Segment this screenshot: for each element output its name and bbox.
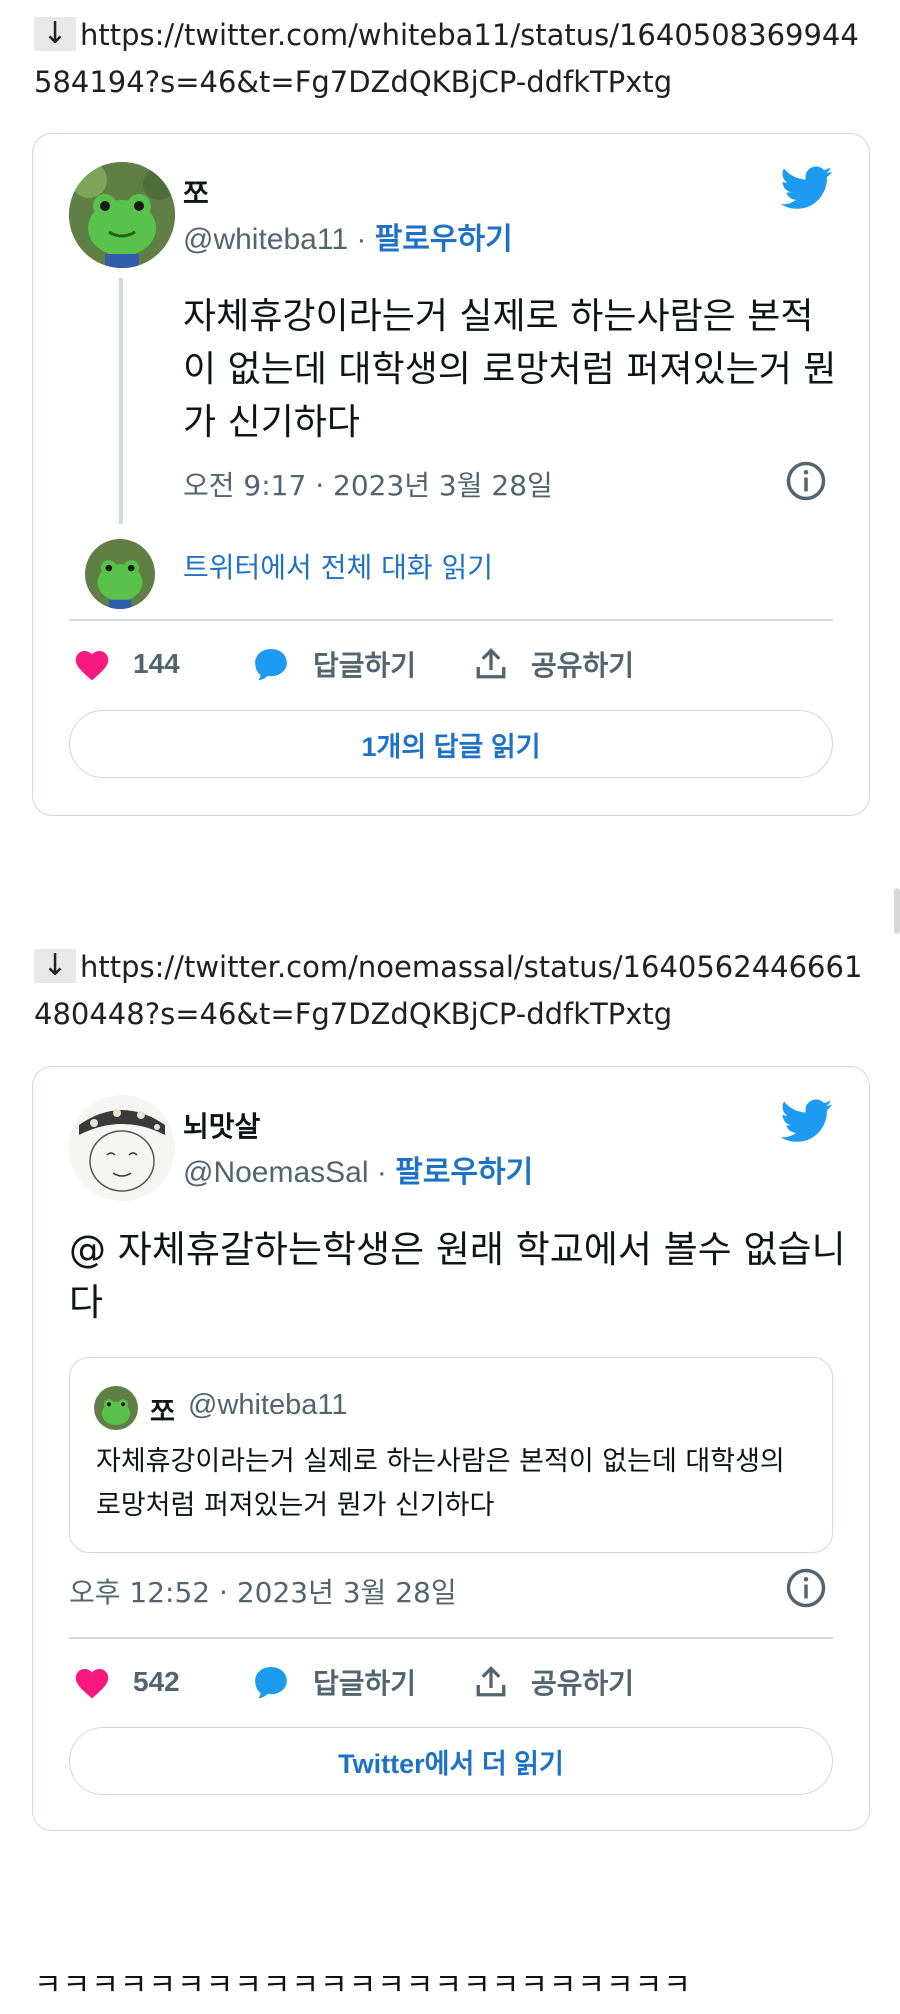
tweet-url-2[interactable]: ↓ https://twitter.com/noemassal/status/16… <box>34 944 874 1038</box>
like-button[interactable]: 542 <box>73 1657 180 1707</box>
reply-bubble-icon <box>255 1666 287 1699</box>
avatar[interactable] <box>69 1095 175 1201</box>
follow-link[interactable]: 팔로우하기 <box>375 223 513 256</box>
tweet-text: @ 자체휴갈하는학생은 원래 학교에서 볼수 없습니다 <box>69 1228 846 1324</box>
quoted-text: 자체휴강이라는거 실제로 하는사람은 본적이 없는데 대학생의 로망처럼 퍼져있… <box>96 1446 785 1521</box>
share-label: 공유하기 <box>531 650 635 681</box>
timestamp-link[interactable]: 오전 9:17 · 2023년 3월 28일 <box>183 464 553 504</box>
read-conversation-link[interactable]: 트위터에서 전체 대화 읽기 <box>183 546 493 586</box>
tweet-url-1[interactable]: ↓ https://twitter.com/whiteba11/status/16… <box>34 12 874 106</box>
reply-button[interactable]: 답글하기 <box>251 1657 416 1707</box>
reply-button[interactable]: 답글하기 <box>251 639 416 689</box>
divider <box>69 1637 833 1639</box>
reply-label: 답글하기 <box>313 1668 417 1699</box>
info-icon[interactable] <box>785 460 827 502</box>
handle[interactable]: @NoemasSal <box>183 1156 369 1189</box>
twitter-bird-icon[interactable] <box>781 166 833 210</box>
handle-line: @whiteba11 · 팔로우하기 <box>183 214 513 258</box>
heart-icon <box>75 651 109 681</box>
heart-icon <box>75 1669 109 1699</box>
read-more-button[interactable]: Twitter에서 더 읽기 <box>69 1727 833 1795</box>
like-count: 144 <box>133 648 180 679</box>
separator: · <box>376 1156 387 1189</box>
timestamp-link[interactable]: 오후 12:52 · 2023년 3월 28일 <box>69 1571 457 1611</box>
tweet-embed-1[interactable]: 쪼 @whiteba11 · 팔로우하기 자체휴강이라는거 실제로 하는사람은 … <box>32 133 870 816</box>
url-text[interactable]: https://twitter.com/noemassal/status/164… <box>34 950 862 1031</box>
display-name[interactable]: 뇌맛살 <box>183 1105 260 1145</box>
follow-link[interactable]: 팔로우하기 <box>395 1156 533 1189</box>
share-icon <box>476 648 506 679</box>
url-text[interactable]: https://twitter.com/whiteba11/status/164… <box>34 18 859 99</box>
display-name[interactable]: 쪼 <box>183 172 209 212</box>
like-button[interactable]: 144 <box>73 639 180 689</box>
reply-label: 답글하기 <box>313 650 417 681</box>
frog-avatar-image <box>94 1386 138 1430</box>
divider <box>69 619 833 621</box>
frog-avatar-image <box>69 162 175 268</box>
tweet-text: 자체휴강이라는거 실제로 하는사람은 본적이 없는데 대학생의 로망처럼 퍼져있… <box>183 296 837 443</box>
share-button[interactable]: 공유하기 <box>473 639 634 689</box>
quoted-handle: @whiteba11 <box>188 1389 348 1421</box>
quoted-name: 쪼 <box>150 1397 175 1427</box>
action-row: 542 답글하기 공유하기 <box>33 1657 869 1707</box>
quoted-tweet[interactable]: 쪼 @whiteba11 자체휴강이라는거 실제로 하는사람은 본적이 없는데 … <box>69 1357 833 1553</box>
down-arrow-icon: ↓ <box>34 949 76 983</box>
read-replies-button[interactable]: 1개의 답글 읽기 <box>69 710 833 778</box>
handle[interactable]: @whiteba11 <box>183 223 348 256</box>
frog-avatar-image <box>85 539 155 609</box>
down-arrow-icon: ↓ <box>34 17 76 51</box>
comment-text: ㅋㅋㅋㅋㅋㅋㅋㅋㅋㅋㅋㅋㅋㅋㅋㅋㅋㅋㅋㅋㅋㅋㅋ <box>34 1968 692 2003</box>
share-label: 공유하기 <box>531 1668 635 1699</box>
handle-line: @NoemasSal · 팔로우하기 <box>183 1147 533 1191</box>
share-icon <box>476 1666 506 1697</box>
quoted-avatar[interactable] <box>94 1386 138 1430</box>
twitter-bird-icon[interactable] <box>781 1099 833 1143</box>
separator: · <box>356 223 367 256</box>
reply-bubble-icon <box>255 648 287 681</box>
avatar[interactable] <box>69 162 175 268</box>
small-avatar[interactable] <box>85 539 155 609</box>
sketch-avatar-image <box>69 1095 175 1201</box>
tweet-embed-2[interactable]: 뇌맛살 @NoemasSal · 팔로우하기 @ 자체휴갈하는학생은 원래 학교… <box>32 1066 870 1831</box>
thread-line <box>119 278 123 524</box>
share-button[interactable]: 공유하기 <box>473 1657 634 1707</box>
action-row: 144 답글하기 공유하기 <box>33 639 869 689</box>
info-icon[interactable] <box>785 1567 827 1609</box>
like-count: 542 <box>133 1666 180 1697</box>
scrollbar-thumb[interactable] <box>894 888 900 934</box>
